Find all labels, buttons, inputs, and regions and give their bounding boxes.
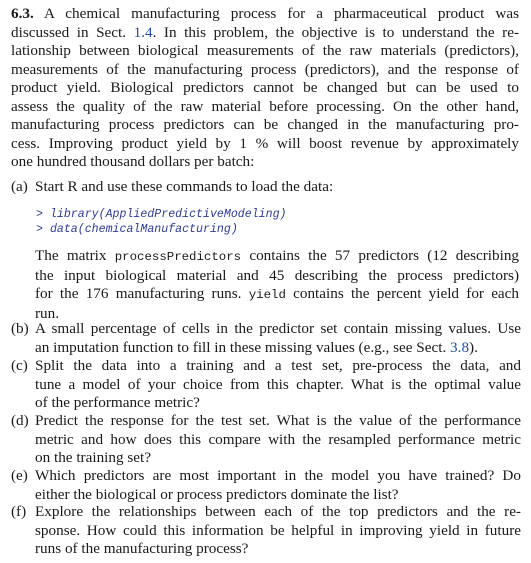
intro-text: discussed in Sect.	[11, 23, 127, 41]
code-block: > library(AppliedPredictiveModeling) > d…	[36, 207, 287, 237]
intro-line-4: measurements of the manufacturing proces…	[11, 60, 519, 78]
part-c-line-3: of the performance metric?	[35, 394, 200, 411]
desc-text: contains the percent yield for each	[293, 285, 520, 302]
part-d-line-2: metric and how does this compare with th…	[35, 430, 521, 448]
section-reference-link[interactable]: 3.8	[450, 339, 469, 356]
intro-text: A chemical manufacturing process for a p…	[44, 5, 519, 22]
intro-line-6: assess the quality of the raw material b…	[11, 97, 519, 115]
part-label: (b)	[11, 320, 29, 337]
intro-text: . In this problem, the objective is to u…	[152, 23, 520, 41]
console-prompt: >	[36, 208, 43, 221]
desc-text: contains the 57 predictors (12 describin…	[249, 247, 520, 264]
intro-line-7: manufacturing process predictors can be …	[11, 116, 519, 133]
textbook-page: 6.3. A chemical manufacturing process fo…	[0, 0, 531, 563]
part-e-line-2: either the biological or process predict…	[35, 485, 399, 503]
part-b-line-2: an imputation function to fill in these …	[35, 339, 521, 358]
section-reference-link[interactable]: 1.4	[134, 24, 153, 41]
desc-text: The matrix	[35, 247, 107, 264]
intro-line-8: cess. Improving product yield by 1 % wil…	[11, 134, 519, 152]
part-label: (d)	[11, 412, 29, 429]
problem-number: 6.3.	[11, 5, 34, 22]
part-d-line-1: Predict the response for the test set. W…	[35, 412, 521, 429]
part-label: (e)	[11, 467, 28, 484]
part-label: (a)	[11, 178, 28, 195]
part-label: (f)	[11, 503, 27, 520]
intro-line-3: lationship between biological measuremen…	[11, 42, 519, 59]
intro-line-1: 6.3. A chemical manufacturing process fo…	[11, 5, 519, 24]
part-b-text: an imputation function to fill in these …	[35, 338, 447, 356]
code-text: data(chemicalManufacturing)	[49, 223, 238, 236]
part-c-line-2: tune a model of your choice from this ch…	[35, 375, 521, 393]
intro-line-9: one hundred thousand dollars per batch:	[11, 153, 255, 170]
desc-line-3: for the 176 manufacturing runs. yield co…	[35, 285, 519, 305]
problem-intro: 6.3. A chemical manufacturing process fo…	[11, 5, 519, 172]
part-label: (c)	[11, 357, 28, 374]
part-a-text: Start R and use these commands to load t…	[35, 178, 334, 195]
part-f-line-2: sponse. How could this information be he…	[35, 521, 521, 539]
desc-line-2: the input biological material and 45 des…	[35, 266, 519, 284]
console-prompt: >	[36, 223, 43, 236]
part-f-line-1: Explore the relationships between each o…	[35, 503, 521, 520]
part-b-line-1: A small percentage of cells in the predi…	[35, 320, 521, 337]
part-e-line-1: Which predictors are most important in t…	[35, 467, 521, 484]
intro-line-5: product yield. Biological predictors can…	[11, 79, 519, 96]
code-line: > data(chemicalManufacturing)	[36, 222, 287, 237]
part-b-text: ).	[469, 338, 478, 356]
part-f-line-3: runs of the manufacturing process?	[35, 540, 249, 557]
variable-name: processPredictors	[114, 250, 242, 264]
code-line: > library(AppliedPredictiveModeling)	[36, 207, 287, 222]
desc-line-1: The matrix processPredictors contains th…	[35, 247, 519, 267]
code-text: library(AppliedPredictiveModeling)	[49, 208, 287, 221]
part-d-line-3: on the training set?	[35, 449, 151, 466]
part-a-description: The matrix processPredictors contains th…	[35, 247, 519, 323]
desc-text: for the 176 manufacturing runs.	[35, 285, 242, 302]
part-c-line-1: Split the data into a training and a tes…	[35, 357, 521, 374]
variable-name: yield	[248, 288, 286, 302]
intro-line-2: discussed in Sect. 1.4. In this problem,…	[11, 24, 519, 43]
